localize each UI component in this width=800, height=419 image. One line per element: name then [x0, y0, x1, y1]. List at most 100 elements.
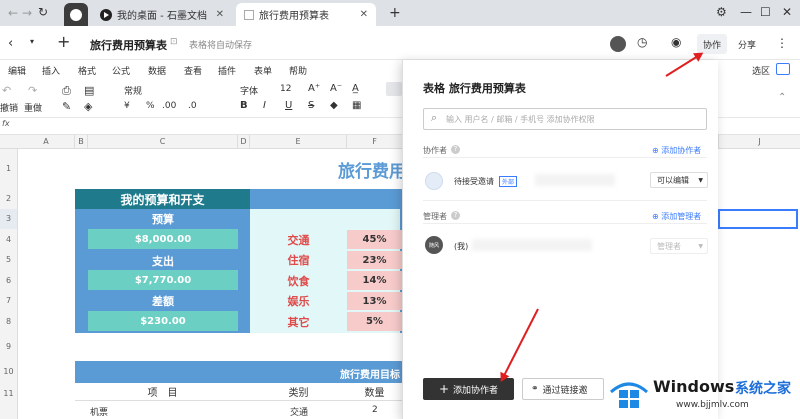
text-color-icon[interactable]: A̲ — [352, 83, 359, 94]
spend-label[interactable]: 支出 — [88, 252, 238, 270]
invite-by-link-button[interactable]: ⚭ 通过链接邀 — [522, 378, 604, 400]
present-icon[interactable]: ◉ — [671, 35, 681, 49]
row-header[interactable]: 1 — [0, 149, 18, 189]
diff-value[interactable]: $230.00 — [88, 311, 238, 331]
column-header-d[interactable]: D — [238, 135, 250, 149]
pinned-tab[interactable] — [64, 3, 88, 26]
detail-category[interactable]: 交通 — [290, 405, 308, 418]
print-icon[interactable]: ⎙ — [62, 84, 71, 98]
row-header[interactable]: 9 — [0, 333, 18, 361]
percent-button[interactable]: % — [146, 101, 155, 111]
detail-header-qty[interactable]: 数量 — [347, 383, 402, 401]
category-food-pct[interactable]: 14% — [347, 271, 402, 290]
menu-data[interactable]: 数据 — [148, 64, 166, 77]
row-header[interactable]: 8 — [0, 311, 18, 333]
budget-label[interactable]: 预算 — [88, 210, 238, 228]
align-left-icon[interactable] — [386, 82, 402, 96]
column-header-j[interactable]: J — [718, 135, 800, 149]
row-header[interactable]: 2 — [0, 189, 18, 209]
forward-icon[interactable]: → — [22, 6, 32, 20]
maximize-icon[interactable]: ☐ — [760, 5, 771, 19]
spend-value[interactable]: $7,770.00 — [88, 270, 238, 290]
add-icon[interactable]: + — [57, 32, 70, 51]
menu-view[interactable]: 查看 — [184, 64, 202, 77]
detail-item[interactable]: 机票 — [90, 405, 108, 418]
category-entertainment-pct[interactable]: 13% — [347, 292, 402, 310]
budget-header[interactable]: 我的预算和开支 — [75, 189, 250, 209]
category-lodging-pct[interactable]: 23% — [347, 251, 402, 269]
column-header-f[interactable]: F — [347, 135, 402, 149]
row-header[interactable]: 10 — [0, 361, 18, 383]
undo-icon[interactable]: ↶ — [2, 84, 11, 97]
selection-menu[interactable]: 选区 — [752, 64, 770, 77]
reload-icon[interactable]: ↻ — [38, 5, 48, 19]
menu-format[interactable]: 格式 — [78, 64, 96, 77]
category-other-pct[interactable]: 5% — [347, 312, 402, 331]
row-header[interactable]: 6 — [0, 270, 18, 291]
close-window-icon[interactable]: ✕ — [782, 5, 792, 19]
redo-icon[interactable]: ↷ — [28, 84, 37, 97]
row-header[interactable]: 7 — [0, 291, 18, 311]
row-header[interactable]: 4 — [0, 229, 18, 250]
category-transport[interactable]: 交通 — [250, 229, 347, 250]
column-header-a[interactable]: A — [18, 135, 75, 149]
currency-button[interactable]: ¥ — [124, 101, 130, 111]
italic-icon[interactable]: I — [263, 100, 266, 111]
help-icon[interactable]: ? — [451, 145, 460, 154]
category-transport-pct[interactable]: 45% — [347, 230, 402, 249]
clear-format-icon[interactable]: ✎ — [62, 100, 71, 113]
menu-formula[interactable]: 公式 — [112, 64, 130, 77]
bold-icon[interactable]: B — [240, 100, 248, 111]
settings-icon[interactable]: ⚙ — [716, 5, 727, 19]
decrease-font-icon[interactable]: A⁻ — [330, 83, 342, 94]
budget-value[interactable]: $8,000.00 — [88, 229, 238, 249]
column-header-e[interactable]: E — [250, 135, 347, 149]
more-icon[interactable]: ⋮ — [776, 36, 788, 50]
category-food[interactable]: 饮食 — [250, 270, 347, 291]
tab-budget[interactable]: 旅行费用预算表 ✕ — [236, 3, 376, 26]
category-entertainment[interactable]: 娱乐 — [250, 291, 347, 311]
eraser-icon[interactable]: ◈ — [84, 100, 92, 113]
row-header[interactable]: 5 — [0, 250, 18, 270]
minimize-icon[interactable]: — — [740, 5, 752, 19]
strikethrough-icon[interactable]: S — [308, 100, 314, 111]
detail-header-category[interactable]: 类别 — [250, 383, 347, 401]
menu-help[interactable]: 帮助 — [289, 64, 307, 77]
add-manager-link[interactable]: ⊕ 添加管理者 — [652, 211, 701, 222]
corner-cell[interactable] — [0, 135, 18, 149]
font-size-select[interactable]: 12 — [280, 84, 291, 94]
back-icon[interactable]: ← — [8, 6, 18, 20]
font-select[interactable]: 字体 — [240, 84, 258, 97]
detail-qty[interactable]: 2 — [372, 405, 378, 415]
menu-edit[interactable]: 编辑 — [8, 64, 26, 77]
increase-font-icon[interactable]: A⁺ — [308, 83, 320, 94]
add-collaborator-link[interactable]: ⊕ 添加协作者 — [652, 145, 701, 156]
tab-close-icon[interactable]: ✕ — [216, 9, 224, 20]
diff-label[interactable]: 差额 — [88, 292, 238, 310]
number-format-select[interactable]: 常规 — [124, 84, 142, 97]
column-header-b[interactable]: B — [75, 135, 88, 149]
comment-icon[interactable] — [776, 63, 790, 75]
column-header-c[interactable]: C — [88, 135, 238, 149]
category-other[interactable]: 其它 — [250, 311, 347, 333]
detail-header-item[interactable]: 项 目 — [75, 383, 250, 401]
underline-icon[interactable]: U — [285, 100, 292, 111]
avatar[interactable] — [610, 36, 626, 52]
tab-desktop[interactable]: 我的桌面 - 石墨文档 ✕ — [92, 3, 232, 26]
new-tab-button[interactable]: + — [389, 5, 401, 21]
fill-color-icon[interactable]: ◆ — [330, 100, 338, 111]
row-header[interactable]: 11 — [0, 383, 18, 419]
paint-format-icon[interactable]: ▤ — [84, 84, 94, 97]
share-button[interactable]: 分享 — [732, 34, 762, 54]
bookmark-icon[interactable]: ⊡ — [170, 37, 178, 47]
history-icon[interactable]: ◷ — [637, 35, 647, 49]
menu-plugin[interactable]: 插件 — [218, 64, 236, 77]
selected-cell[interactable] — [718, 209, 798, 229]
border-icon[interactable]: ▦ — [352, 100, 361, 111]
permission-select[interactable]: 可以编辑 ▼ — [650, 172, 708, 188]
menu-insert[interactable]: 插入 — [42, 64, 60, 77]
dropdown-icon[interactable]: ▾ — [30, 37, 34, 46]
detail-title[interactable]: 旅行费用目标 — [340, 366, 400, 381]
decrease-decimal-button[interactable]: .0 — [188, 101, 197, 111]
menu-form[interactable]: 表单 — [254, 64, 272, 77]
